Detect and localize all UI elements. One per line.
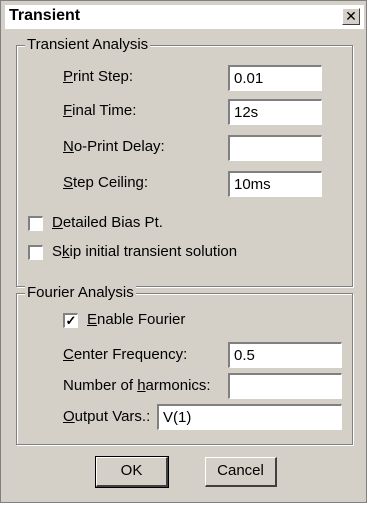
close-icon[interactable]: ✕ [342, 8, 360, 25]
enable-fourier-checkbox[interactable]: ✓ [63, 313, 78, 328]
print-step-field[interactable] [228, 65, 322, 91]
transient-dialog: Transient ✕ Transient Analysis Print Ste… [0, 0, 367, 503]
window-title: Transient [9, 7, 81, 24]
center-frequency-label: Center Frequency: [63, 346, 188, 363]
detailed-bias-checkbox[interactable] [28, 216, 43, 231]
step-ceiling-label: Step Ceiling: [63, 174, 149, 191]
skip-initial-label[interactable]: Skip initial transient solution [52, 243, 237, 260]
title-bar: Transient ✕ [5, 5, 364, 29]
num-harmonics-label: Number of harmonics: [63, 377, 211, 394]
final-time-label: Final Time: [63, 102, 137, 119]
no-print-delay-field[interactable] [228, 135, 322, 161]
transient-analysis-group: Transient Analysis Print Step: Final Tim… [16, 36, 353, 287]
checkmark-icon: ✓ [65, 313, 77, 328]
ok-button[interactable]: OK [95, 456, 169, 488]
output-vars-label: Output Vars.: [63, 408, 151, 425]
no-print-delay-label: No-Print Delay: [63, 138, 165, 155]
cancel-button[interactable]: Cancel [205, 457, 277, 487]
fourier-analysis-legend: Fourier Analysis [25, 284, 136, 301]
num-harmonics-field[interactable] [228, 373, 342, 399]
print-step-label: Print Step: [63, 68, 134, 85]
detailed-bias-label[interactable]: Detailed Bias Pt. [52, 214, 163, 231]
transient-analysis-legend: Transient Analysis [25, 36, 151, 53]
output-vars-field[interactable] [157, 404, 342, 430]
enable-fourier-label[interactable]: Enable Fourier [87, 311, 185, 328]
step-ceiling-field[interactable] [228, 171, 322, 197]
skip-initial-checkbox[interactable] [28, 245, 43, 260]
final-time-field[interactable] [228, 99, 322, 125]
fourier-analysis-group: Fourier Analysis ✓ Enable Fourier Center… [16, 284, 353, 445]
center-frequency-field[interactable] [228, 342, 342, 368]
